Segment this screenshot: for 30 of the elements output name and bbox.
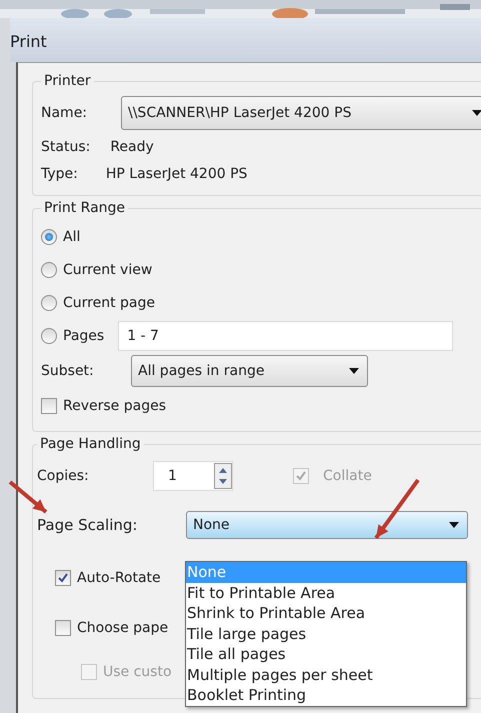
group-title: Page Handling xyxy=(39,436,142,452)
scaling-dropdown[interactable]: None xyxy=(186,511,468,539)
field-label: Page Scaling: xyxy=(37,516,138,534)
field-label: Copies: xyxy=(37,468,90,484)
subset-dropdown[interactable]: All pages in range xyxy=(131,355,368,387)
printer-dropdown[interactable]: \\SCANNER\HP LaserJet 4200 PS xyxy=(121,96,481,130)
checkbox-label[interactable]: Choose pape xyxy=(77,620,168,636)
checkbox-label[interactable]: Auto-Rotate xyxy=(77,570,161,586)
window-title: Print xyxy=(10,32,47,51)
radio-label[interactable]: Current page xyxy=(63,294,155,310)
field-label: Status: xyxy=(41,139,90,155)
status-text: Ready xyxy=(110,139,154,155)
dropdown-option[interactable]: Booklet Printing xyxy=(186,685,466,706)
field-label: Subset: xyxy=(41,363,95,379)
radio-label[interactable]: All xyxy=(63,228,80,244)
dropdown-option[interactable]: Multiple pages per sheet xyxy=(186,664,466,685)
radio-label[interactable]: Pages xyxy=(63,328,104,344)
copies-spinner[interactable]: 1 xyxy=(153,461,233,491)
type-text: HP LaserJet 4200 PS xyxy=(106,166,248,182)
radio-label[interactable]: Current view xyxy=(63,262,152,278)
checkbox-label[interactable]: Reverse pages xyxy=(63,398,166,414)
group-title: Printer xyxy=(43,73,92,89)
dropdown-option[interactable]: Tile large pages xyxy=(186,624,466,644)
dropdown-option[interactable]: Fit to Printable Area xyxy=(186,582,466,603)
group-title: Print Range xyxy=(43,200,126,216)
field-label: Type: xyxy=(41,166,78,182)
field-label: Name: xyxy=(41,105,88,121)
dropdown-option[interactable]: Tile all pages xyxy=(186,644,466,664)
pages-field[interactable]: 1 - 7 xyxy=(118,321,454,351)
dropdown-option[interactable]: Shrink to Printable Area xyxy=(186,603,466,624)
